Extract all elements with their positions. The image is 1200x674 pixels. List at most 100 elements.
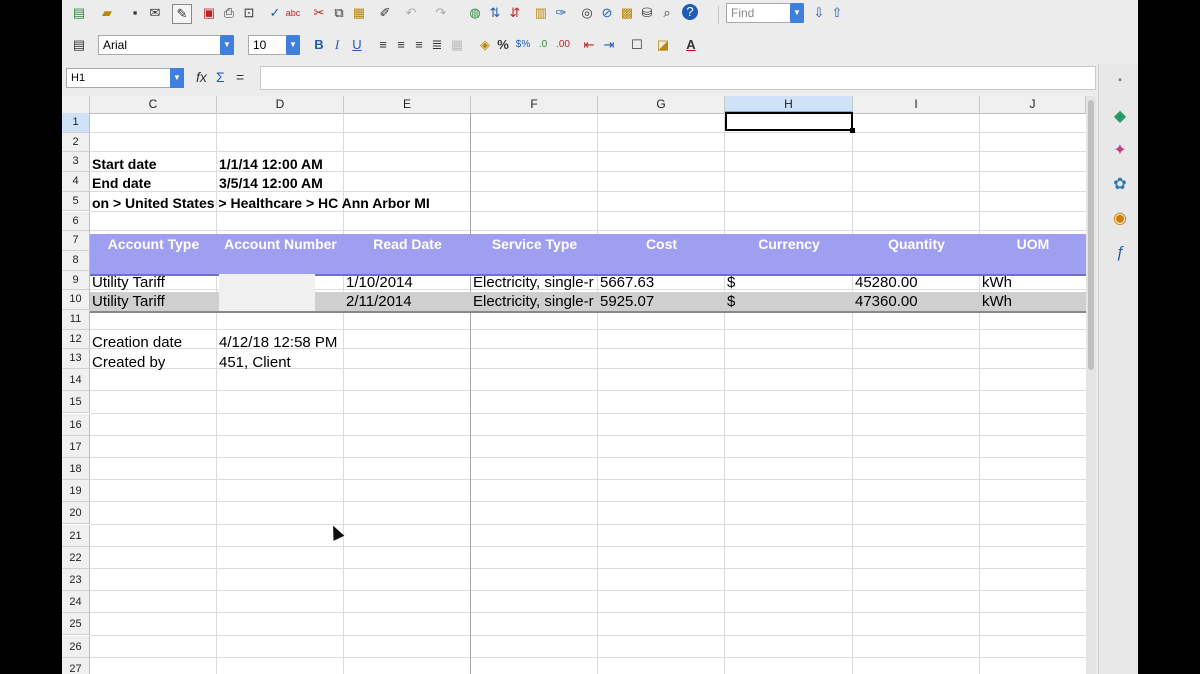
table-row-1-cost[interactable]: 5667.63 [600,273,654,293]
table-row-1-account-type[interactable]: Utility Tariff [92,273,165,293]
row-header[interactable]: 7 [62,231,90,251]
export-pdf-icon[interactable]: ▣ [200,4,218,22]
header-read-date[interactable]: Read Date [344,234,471,254]
row-header[interactable]: 26 [62,635,90,658]
column-header-h[interactable]: H [725,96,853,113]
sidebar-menu-icon[interactable]: ▪ [1109,70,1131,92]
row-header[interactable]: 15 [62,391,90,414]
add-decimal-icon[interactable]: .0 [534,36,552,54]
redacted-account-number[interactable] [219,293,315,311]
percent-format-button[interactable]: % [494,36,512,54]
header-currency[interactable]: Currency [725,234,853,254]
draw-functions-icon[interactable]: ✑ [552,4,570,22]
edit-mode-icon[interactable]: ✎ [172,4,192,24]
properties-icon[interactable]: ◆ [1109,106,1131,128]
standard-format-icon[interactable]: $% [514,36,532,54]
align-right-icon[interactable]: ≡ [410,36,428,54]
table-row-1-read-date[interactable]: 1/10/2014 [346,273,413,293]
table-row-1-uom[interactable]: kWh [982,273,1012,293]
row-header[interactable]: 27 [62,657,90,674]
styles-formatting-icon[interactable]: ✦ [1109,140,1131,162]
end-date-value[interactable]: 3/5/14 12:00 AM [219,173,323,193]
row-header[interactable]: 20 [62,502,90,525]
new-document-icon[interactable]: ▤ [70,4,88,22]
row-header[interactable]: 22 [62,546,90,569]
spellcheck-icon[interactable]: ✓ [266,4,284,22]
row-header[interactable]: 19 [62,480,90,503]
creation-date-value[interactable]: 4/12/18 12:58 PM [219,333,337,353]
header-cost[interactable]: Cost [598,234,725,254]
table-row-2-service-type[interactable]: Electricity, single-r [473,292,597,312]
row-header[interactable]: 4 [62,172,90,192]
row-header[interactable]: 24 [62,591,90,614]
table-row-2-uom[interactable]: kWh [982,292,1012,312]
help-icon[interactable]: ? [682,4,698,20]
find-input[interactable]: Find ▼ [726,3,804,23]
merge-cells-icon[interactable]: ▦ [448,36,466,54]
table-row-1-quantity[interactable]: 45280.00 [855,273,918,293]
row-header[interactable]: 10 [62,290,90,310]
row-header[interactable]: 17 [62,435,90,458]
row-header[interactable]: 2 [62,132,90,153]
paste-icon[interactable]: ▦ [350,4,368,22]
row-header[interactable]: 6 [62,211,90,232]
row-header[interactable]: 5 [62,191,90,212]
chart-icon[interactable]: ▥ [532,4,550,22]
zoom-icon[interactable]: ⌕ [658,4,676,22]
row-header[interactable]: 3 [62,152,90,173]
cut-icon[interactable]: ✂ [310,4,328,22]
column-header-g[interactable]: G [598,96,725,113]
autospellcheck-icon[interactable]: abc [284,4,302,22]
row-header[interactable]: 1 [62,113,90,133]
sum-button[interactable]: Σ [216,69,225,85]
header-account-type[interactable]: Account Type [90,234,217,254]
table-row-1-service-type[interactable]: Electricity, single-r [473,273,597,293]
name-box-dropdown-icon[interactable]: ▼ [170,68,184,88]
column-header-f[interactable]: F [471,96,598,113]
undo-icon[interactable]: ↶ [402,4,420,22]
sort-descending-icon[interactable]: ⇵ [506,4,524,22]
fill-handle[interactable] [850,128,855,133]
row-header[interactable]: 8 [62,250,90,271]
start-date-label[interactable]: Start date [92,154,157,174]
gallery-sidebar-icon[interactable]: ✿ [1109,174,1131,196]
gallery-icon[interactable]: ▩ [618,4,636,22]
sort-ascending-icon[interactable]: ⇅ [486,4,504,22]
align-left-icon[interactable]: ≡ [374,36,392,54]
end-date-label[interactable]: End date [92,173,151,193]
row-header[interactable]: 21 [62,524,90,547]
row-header[interactable]: 16 [62,413,90,436]
name-box[interactable]: H1 ▼ [66,68,184,88]
underline-button[interactable]: U [348,36,366,54]
row-header[interactable]: 23 [62,568,90,592]
font-size-select[interactable]: 10 ▼ [248,35,300,55]
data-sources-icon[interactable]: ⛁ [638,4,656,22]
formula-input[interactable] [260,66,1096,90]
font-name-select[interactable]: Arial ▼ [98,35,234,55]
start-date-value[interactable]: 1/1/14 12:00 AM [219,154,323,174]
redo-icon[interactable]: ↷ [432,4,450,22]
function-wizard-button[interactable]: fx [196,69,207,85]
increase-indent-icon[interactable]: ⇥ [600,36,618,54]
styles-icon[interactable]: ▤ [70,36,88,54]
functions-sidebar-icon[interactable]: ƒ [1109,242,1131,264]
table-row-2-account-type[interactable]: Utility Tariff [92,292,165,312]
table-row-2-cost[interactable]: 5925.07 [600,292,654,312]
selected-cell-h1[interactable] [725,112,855,133]
row-header[interactable]: 11 [62,310,90,330]
borders-icon[interactable]: ☐ [628,36,646,54]
column-header-i[interactable]: I [853,96,980,113]
table-row-2-currency[interactable]: $ [727,292,735,312]
spreadsheet-grid[interactable]: C D E F G H I J 1 2 3 4 5 6 7 8 9 10 11 12 13 14 15 16 1… [62,96,1086,674]
vertical-scrollbar[interactable] [1086,96,1096,674]
header-quantity[interactable]: Quantity [853,234,980,254]
email-icon[interactable]: ✉ [146,4,164,22]
column-header-c[interactable]: C [90,96,217,113]
italic-button[interactable]: I [328,36,346,54]
row-header[interactable]: 18 [62,457,90,481]
row-header[interactable]: 14 [62,369,90,392]
bold-button[interactable]: B [310,36,328,54]
navigator-sidebar-icon[interactable]: ◉ [1109,208,1131,230]
created-by-label[interactable]: Created by [92,353,165,373]
save-icon[interactable]: ▪ [126,4,144,22]
